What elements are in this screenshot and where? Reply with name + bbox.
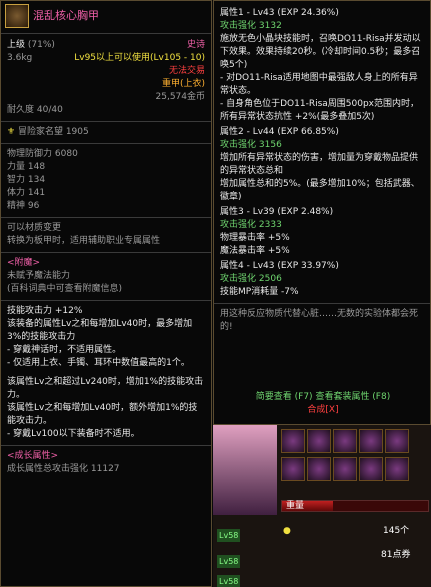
attr-line: 施放无色小晶块技能时，召唤DO11-Risa并发动以下效果。效果持续20秒。(冷…: [220, 34, 421, 70]
slot-icon[interactable]: [307, 457, 331, 481]
attr-line: 增加所有异常状态的伤害，增加量为穿戴物品提供的异常状态总和: [220, 153, 419, 176]
attr-line: 物理暴击率 +5%: [220, 233, 290, 243]
item-type: 重甲(上衣): [161, 79, 205, 89]
stat-row: 智力 134: [7, 175, 46, 185]
grade-pct: (71%): [27, 40, 55, 50]
coin-icon: ●: [283, 526, 291, 536]
attr-line: 魔法暴击率 +5%: [220, 246, 290, 256]
attr-title: 属性3 - Lv39 (EXP 2.48%): [220, 207, 334, 217]
growth-header: <成长属性>: [7, 451, 59, 461]
item-tooltip-left: 混乱核心胸甲 上级 (71%) 史诗 3.6kg Lv95以上可以使用(Lv10…: [0, 0, 212, 587]
rarity: 史诗: [186, 40, 205, 50]
price: 25,574金币: [155, 92, 206, 102]
material-change: 可以材质变更: [7, 223, 62, 233]
growth-total: 成长属性总攻击强化: [7, 464, 89, 474]
character-portrait: [213, 425, 277, 515]
enchant-header: <附魔>: [7, 258, 41, 268]
desc-line: 该装备的属性Lv之和每增加Lv40时，最多增加3%的技能攻击力: [7, 319, 193, 342]
growth-value: 11127: [90, 464, 120, 474]
attr-title: 属性4 - Lv43 (EXP 33.97%): [220, 261, 339, 271]
attr-line: 增加属性总和的5%。(最多增加10%；包括武器、徽章): [220, 179, 420, 202]
durability: 耐久度 40/40: [7, 105, 63, 115]
brief-view-button[interactable]: 简要查看 (F7): [256, 392, 313, 402]
enchant-hint: (百科词典中可查看附魔信息): [7, 284, 123, 294]
stat-row: 力量 148: [7, 162, 46, 172]
level-badge: Lv58: [217, 529, 241, 542]
slot-icon[interactable]: [333, 429, 357, 453]
desc-line: - 穿戴神话时，不适用属性。: [7, 345, 122, 355]
flavor-text: 用这种反应物质代替心脏……无数的实验体都会死的!: [220, 309, 419, 332]
enchant-none: 未赋予魔法能力: [7, 271, 71, 281]
level-req: Lv95以上可以使用(Lv105 - 10): [74, 53, 205, 63]
stat-row: 精神 96: [7, 201, 40, 211]
slot-icon[interactable]: [281, 457, 305, 481]
desc-line: - 穿戴Lv100以下装备时不适用。: [7, 429, 140, 439]
trade-status: 无法交易: [168, 66, 205, 76]
item-tooltip-right: 属性1 - Lv43 (EXP 24.36%) 攻击强化 3132 施放无色小晶…: [213, 0, 431, 425]
set-attr-button[interactable]: 查看套装属性 (F8): [315, 392, 390, 402]
slot-icon[interactable]: [281, 429, 305, 453]
slot-icon[interactable]: [385, 429, 409, 453]
level-badge: Lv58: [217, 555, 241, 568]
skill-atk: 技能攻击力 +12%: [7, 306, 83, 316]
combine-button[interactable]: 合成[X]: [214, 404, 431, 417]
material-desc: 转换为板甲时，适用辅助职业专属属性: [7, 236, 161, 246]
chest-armor-icon: [5, 4, 29, 28]
attr-line: - 对DO11-Risa适用地图中最强敌人身上的所有异常状态。: [220, 73, 418, 96]
desc-line: 该属性Lv之和超过Lv240时，增加1%的技能攻击力。: [7, 377, 204, 400]
slot-icon[interactable]: [359, 429, 383, 453]
stat-row: 物理防御力 6080: [7, 149, 78, 159]
desc-line: - 仅适用上衣、手镯、耳环中数值最高的1个。: [7, 358, 190, 368]
attr-line: - 自身角色位于DO11-Risa周围500px范围内时，所有异常状态抗性 +2…: [220, 99, 419, 122]
inventory-area: 重量 ● 145个 81点券 Lv58 Lv58 Lv58: [213, 425, 431, 587]
desc-line: 该属性Lv之和每增加Lv40时，额外增加1%的技能攻击力。: [7, 403, 198, 426]
weight-bar: 重量: [281, 500, 429, 512]
grade: 上级: [7, 40, 26, 50]
slot-icon[interactable]: [385, 457, 409, 481]
fame-icon: ⚜: [7, 127, 16, 137]
slot-icon[interactable]: [359, 457, 383, 481]
fame: 冒险家名望 1905: [17, 127, 89, 137]
item-name: 混乱核心胸甲: [33, 9, 99, 22]
points: 81点券: [381, 550, 411, 560]
attr-line: 技能MP消耗量 -7%: [220, 287, 299, 297]
count: 145个: [383, 526, 410, 536]
attr-title: 属性1 - Lv43 (EXP 24.36%): [220, 8, 339, 18]
stat-row: 体力 141: [7, 188, 46, 198]
weight: 3.6kg: [7, 53, 33, 63]
slot-icon[interactable]: [307, 429, 331, 453]
attr-title: 属性2 - Lv44 (EXP 66.85%): [220, 127, 339, 137]
level-badge: Lv58: [217, 575, 241, 587]
slot-icon[interactable]: [333, 457, 357, 481]
